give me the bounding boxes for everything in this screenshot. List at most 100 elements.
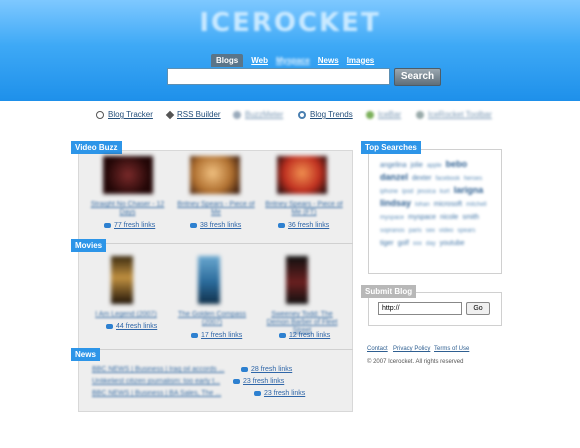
fresh-links[interactable]: 36 fresh links: [278, 222, 329, 229]
copyright-text: © 2007 Icerocket. All rights reserved: [367, 359, 464, 365]
comment-icon: [241, 367, 248, 372]
movie-caption[interactable]: I Am Legend (2007): [92, 311, 160, 319]
top-search-term[interactable]: bebo: [446, 159, 468, 169]
top-search-term[interactable]: danzel: [380, 172, 408, 182]
fresh-links[interactable]: 17 fresh links: [191, 332, 242, 339]
top-search-term[interactable]: golf: [398, 239, 409, 249]
blog-trends-label: Blog Trends: [310, 110, 353, 119]
movie-poster[interactable]: [198, 256, 220, 304]
top-search-term[interactable]: youtube: [440, 239, 465, 249]
fresh-links[interactable]: 38 fresh links: [190, 222, 241, 229]
news-title[interactable]: BBC NEWS | Business | Iraq oil accords .…: [92, 366, 224, 373]
top-searches-heading: Top Searches: [361, 141, 421, 154]
fresh-links[interactable]: 23 fresh links: [254, 390, 305, 397]
movie-poster[interactable]: [111, 256, 133, 304]
fresh-links[interactable]: 28 fresh links: [241, 366, 292, 373]
video-caption[interactable]: Britney Spears - Piece of Me (FT): [262, 201, 346, 217]
top-search-term[interactable]: paris: [409, 226, 422, 236]
tab-web[interactable]: Web: [251, 56, 268, 65]
buzzmeter-link[interactable]: BuzzMeter: [233, 110, 283, 119]
movie-caption[interactable]: The Golden Compass (2007): [176, 311, 248, 327]
top-search-term[interactable]: mitchell: [466, 200, 486, 210]
video-thumbnail[interactable]: [190, 156, 240, 194]
movie-poster[interactable]: [286, 256, 308, 304]
contact-link[interactable]: Contact: [367, 346, 388, 352]
top-search-term[interactable]: jessica: [417, 187, 435, 197]
header-banner: ICEROCKET Blogs Web Myspace News Images …: [0, 0, 580, 101]
top-search-term[interactable]: nicole: [440, 213, 458, 223]
top-search-term[interactable]: video: [439, 226, 453, 236]
comment-icon: [278, 223, 285, 228]
terms-of-use-link[interactable]: Terms of Use: [434, 346, 469, 352]
fresh-links[interactable]: 12 fresh links: [279, 332, 330, 339]
top-search-term[interactable]: larigna: [454, 185, 484, 195]
toolbar-icon: [416, 110, 424, 119]
top-search-term[interactable]: microsoft: [434, 200, 462, 210]
video-caption[interactable]: Straight No Chaser - 12 Days: [90, 201, 165, 217]
top-search-term[interactable]: smith: [462, 213, 479, 223]
top-search-term[interactable]: lindsay: [380, 198, 411, 208]
top-search-term[interactable]: iphone: [380, 187, 398, 197]
search-input[interactable]: [167, 68, 390, 85]
icebar-label: IceBar: [378, 110, 402, 119]
tab-blogs[interactable]: Blogs: [211, 53, 244, 67]
comment-icon: [233, 379, 240, 384]
video-buzz-heading: Video Buzz: [71, 141, 122, 154]
buzzmeter-label: BuzzMeter: [245, 110, 284, 119]
blog-url-input[interactable]: http://: [378, 302, 462, 315]
top-search-term[interactable]: spears: [457, 226, 475, 236]
icerocket-toolbar-link[interactable]: IceRocket Toolbar: [416, 110, 492, 119]
section-divider: [78, 243, 353, 244]
magnifier-icon: [298, 110, 306, 119]
tools-bar: Blog Tracker RSS Builder BuzzMeter Blog …: [0, 110, 580, 124]
blog-tracker-label: Blog Tracker: [108, 110, 153, 119]
search-button[interactable]: Search: [394, 68, 441, 86]
top-search-term[interactable]: sex: [426, 226, 435, 236]
comment-icon: [279, 333, 286, 338]
top-search-term[interactable]: jolie: [410, 161, 422, 171]
top-search-term[interactable]: heroes: [464, 174, 482, 184]
top-search-term[interactable]: sopranos: [380, 226, 405, 236]
blog-trends-link[interactable]: Blog Trends: [298, 110, 353, 119]
top-search-term[interactable]: myspace: [380, 213, 404, 223]
comment-icon: [190, 223, 197, 228]
tab-images[interactable]: Images: [347, 56, 375, 65]
top-search-term[interactable]: myspace: [408, 213, 436, 223]
clock-icon: [96, 110, 104, 119]
top-search-term[interactable]: tiger: [380, 239, 394, 249]
top-search-term[interactable]: apple: [427, 161, 442, 171]
top-search-term[interactable]: xxx: [413, 239, 422, 249]
top-search-term[interactable]: day: [426, 239, 436, 249]
pencil-icon: [165, 110, 175, 119]
rss-builder-link[interactable]: RSS Builder: [165, 110, 221, 119]
icerocket-logo[interactable]: ICEROCKET: [0, 8, 580, 38]
top-search-term[interactable]: lohan: [415, 200, 430, 210]
news-heading: News: [71, 348, 100, 361]
tag-cloud: angelina jolie apple bebo danzel dexter facebo…: [380, 158, 495, 270]
video-thumbnail[interactable]: [277, 156, 327, 194]
tab-myspace[interactable]: Myspace: [276, 56, 310, 65]
fresh-links[interactable]: 44 fresh links: [106, 323, 157, 330]
comment-icon: [254, 391, 261, 396]
search-tabs: Blogs Web Myspace News Images: [211, 53, 382, 67]
video-thumbnail[interactable]: [103, 156, 153, 194]
tab-news[interactable]: News: [318, 56, 339, 65]
comment-icon: [104, 223, 111, 228]
top-search-term[interactable]: facebook: [435, 174, 459, 184]
top-search-term[interactable]: ipod: [402, 187, 413, 197]
top-search-term[interactable]: dexter: [412, 174, 431, 184]
top-search-term[interactable]: angelina: [380, 161, 406, 171]
privacy-policy-link[interactable]: Privacy Policy: [393, 346, 430, 352]
top-search-term[interactable]: kurt: [440, 187, 450, 197]
comment-icon: [191, 333, 198, 338]
video-caption[interactable]: Britney Spears - Piece of Me: [175, 201, 257, 217]
icerocket-toolbar-label: IceRocket Toolbar: [428, 110, 492, 119]
fresh-links[interactable]: 77 fresh links: [104, 222, 155, 229]
blog-tracker-link[interactable]: Blog Tracker: [96, 110, 153, 119]
news-title[interactable]: Unlikeliest citizen journalism: too earl…: [92, 378, 220, 385]
news-title[interactable]: BBC NEWS | Business | BA Sales, The ...: [92, 390, 221, 397]
go-button[interactable]: Go: [466, 302, 490, 315]
fresh-links[interactable]: 23 fresh links: [233, 378, 284, 385]
comment-icon: [106, 324, 113, 329]
icebar-link[interactable]: IceBar: [366, 110, 401, 119]
